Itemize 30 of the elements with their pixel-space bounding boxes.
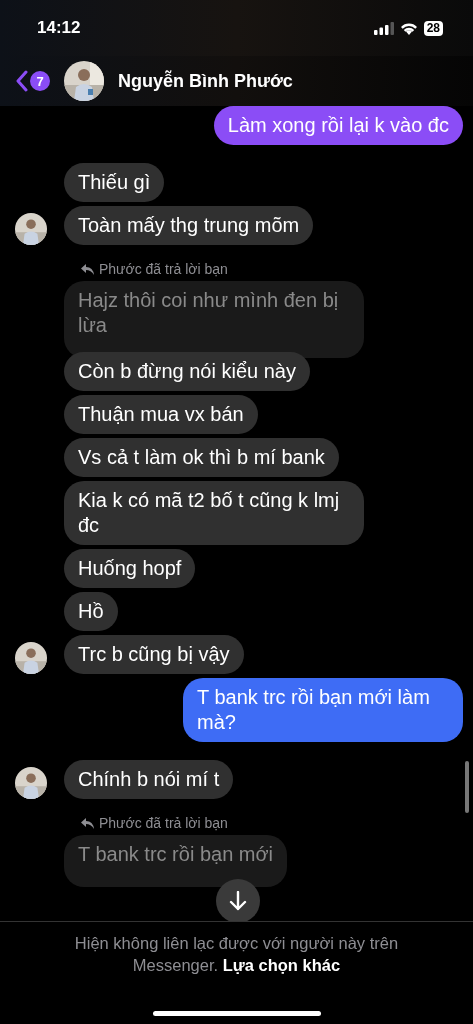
reply-label: Phước đã trả lời bạn [99, 261, 228, 277]
quoted-message[interactable]: Hajz thôi coi như mình đen bị lừa [64, 281, 364, 358]
received-message[interactable]: Huống hopf [64, 549, 196, 588]
reply-icon [81, 263, 94, 275]
quoted-message[interactable]: T bank trc rồi bạn mới [64, 835, 288, 887]
reply-icon [81, 817, 94, 829]
sent-message[interactable]: T bank trc rồi bạn mới làm mà? [183, 678, 463, 742]
arrow-down-icon [229, 891, 247, 911]
unavailable-notice: Hiện không liên lạc được với người này trên Messenger. Lựa chọn khác [73, 933, 400, 976]
received-message[interactable]: Chính b nói mí t [64, 760, 234, 799]
received-message[interactable]: Trc b cũng bị vậy [64, 635, 244, 674]
other-options-link[interactable]: Lựa chọn khác [222, 956, 341, 974]
received-message[interactable]: Còn b đừng nói kiểu này [64, 352, 310, 391]
status-time: 14:12 [37, 18, 81, 38]
contact-name[interactable]: Nguyễn Bình Phước [118, 70, 293, 92]
received-message[interactable]: Toàn mấy thg trung mõm [64, 206, 314, 245]
back-icon[interactable] [16, 70, 28, 92]
signal-icon [373, 21, 394, 35]
scrollbar [465, 761, 469, 813]
received-message[interactable]: Vs cả t làm ok thì b mí bank [64, 438, 339, 477]
received-message[interactable]: Hồ [64, 592, 118, 631]
unread-badge: 7 [30, 71, 50, 91]
received-message[interactable]: Thuận mua vx bán [64, 395, 258, 434]
received-message[interactable]: Thiếu gì [64, 163, 165, 202]
wifi-icon [399, 21, 418, 35]
reply-label: Phước đã trả lời bạn [99, 815, 228, 831]
battery-indicator: 28 [423, 20, 443, 36]
sent-message[interactable]: Làm xong rồi lại k vào đc [213, 106, 463, 145]
scroll-down-button[interactable] [216, 879, 260, 921]
received-message[interactable]: Kia k có mã t2 bố t cũng k lmj đc [64, 481, 364, 545]
